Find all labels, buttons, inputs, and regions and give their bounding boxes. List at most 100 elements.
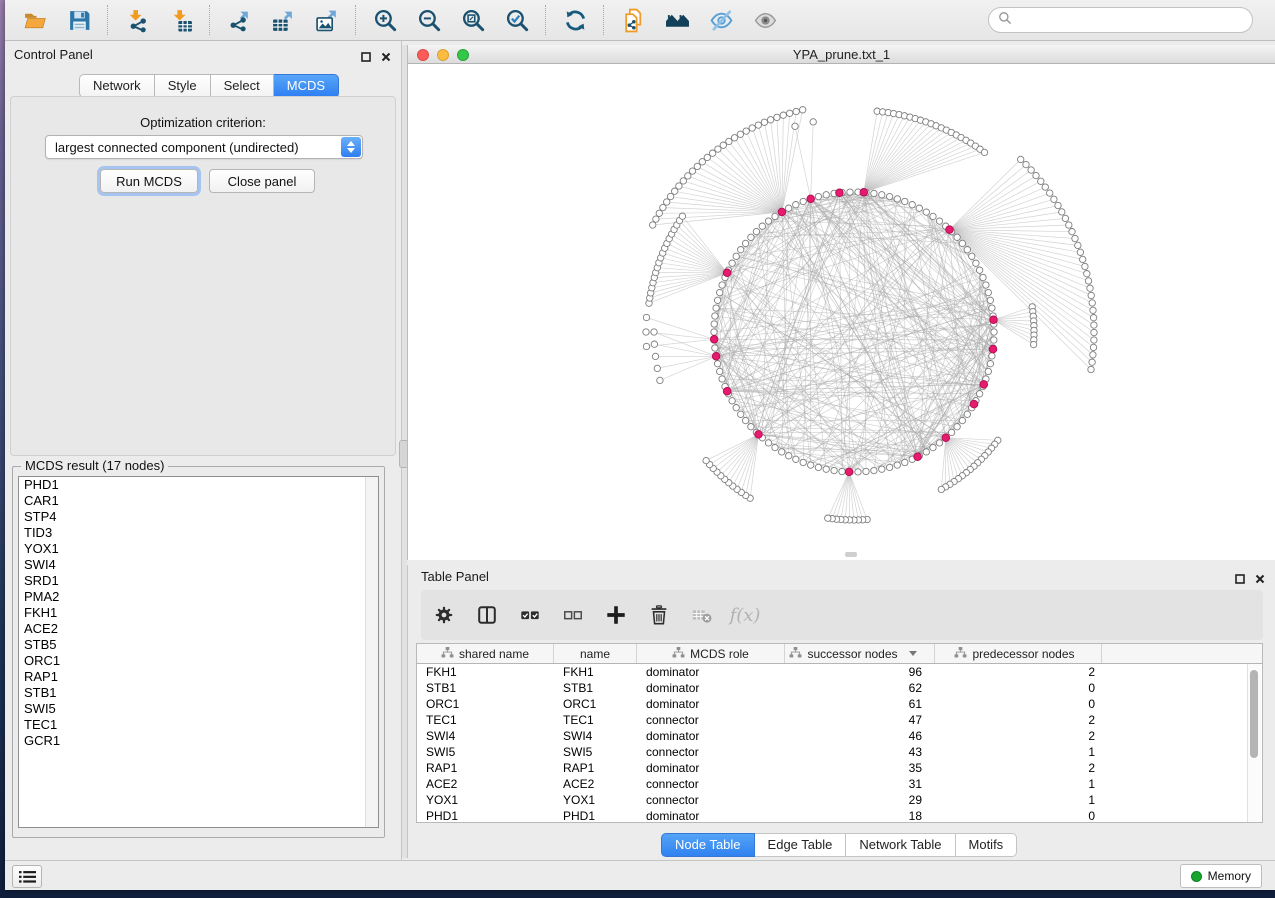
open-session-button[interactable] (13, 3, 57, 37)
cell-predecessor_nodes[interactable]: 2 (935, 665, 1102, 679)
column-header-name[interactable]: name (554, 644, 637, 663)
canvas-resize-grip[interactable] (845, 552, 857, 557)
cell-shared_name[interactable]: SWI5 (417, 745, 554, 759)
table-scrollbar[interactable] (1247, 664, 1261, 822)
cell-name[interactable]: STB1 (554, 681, 637, 695)
cell-name[interactable]: RAP1 (554, 761, 637, 775)
run-mcds-button[interactable]: Run MCDS (100, 169, 198, 193)
zoom-in-button[interactable] (363, 3, 407, 37)
table-row[interactable]: TEC1TEC1connector472 (417, 712, 1262, 728)
memory-button[interactable]: Memory (1180, 864, 1262, 888)
new-network-from-selection-button[interactable] (611, 3, 655, 37)
cell-mcds_role[interactable]: dominator (637, 697, 785, 711)
mcds-result-item[interactable]: PHD1 (19, 477, 378, 493)
network-canvas[interactable] (408, 64, 1275, 560)
cell-shared_name[interactable]: FKH1 (417, 665, 554, 679)
show-all-button[interactable] (743, 3, 787, 37)
cell-shared_name[interactable]: RAP1 (417, 761, 554, 775)
cell-name[interactable]: FKH1 (554, 665, 637, 679)
cell-mcds_role[interactable]: connector (637, 793, 785, 807)
float-panel-icon[interactable] (361, 49, 371, 67)
tab-motifs[interactable]: Motifs (956, 833, 1018, 857)
first-neighbors-button[interactable] (655, 3, 699, 37)
mcds-result-item[interactable]: SWI5 (19, 701, 378, 717)
import-table-button[interactable] (159, 3, 203, 37)
save-session-button[interactable] (57, 3, 101, 37)
import-network-button[interactable] (115, 3, 159, 37)
mcds-result-item[interactable]: CAR1 (19, 493, 378, 509)
search-input[interactable] (1018, 12, 1252, 29)
cell-shared_name[interactable]: PHD1 (417, 809, 554, 823)
table-row[interactable]: YOX1YOX1connector291 (417, 792, 1262, 808)
tab-style[interactable]: Style (155, 74, 211, 98)
close-panel-icon[interactable] (1255, 571, 1265, 589)
cell-mcds_role[interactable]: dominator (637, 761, 785, 775)
table-row[interactable]: FKH1FKH1dominator962 (417, 664, 1262, 680)
mcds-result-item[interactable]: SWI4 (19, 557, 378, 573)
tab-mcds[interactable]: MCDS (274, 74, 339, 98)
cell-successor_nodes[interactable]: 43 (785, 745, 935, 759)
cell-predecessor_nodes[interactable]: 2 (935, 729, 1102, 743)
mcds-result-item[interactable]: STB5 (19, 637, 378, 653)
mcds-result-item[interactable]: YOX1 (19, 541, 378, 557)
cell-successor_nodes[interactable]: 18 (785, 809, 935, 823)
search-box[interactable] (988, 7, 1253, 33)
column-header-successor-nodes[interactable]: successor nodes (785, 644, 935, 663)
show-columns-button[interactable] (474, 602, 500, 628)
tab-network[interactable]: Network (79, 74, 155, 98)
mcds-result-item[interactable]: FKH1 (19, 605, 378, 621)
mcds-result-item[interactable]: TID3 (19, 525, 378, 541)
cell-name[interactable]: SWI5 (554, 745, 637, 759)
cell-mcds_role[interactable]: connector (637, 745, 785, 759)
sort-chevron-icon[interactable] (909, 651, 917, 656)
cell-mcds_role[interactable]: dominator (637, 809, 785, 823)
cell-shared_name[interactable]: ORC1 (417, 697, 554, 711)
cell-predecessor_nodes[interactable]: 1 (935, 745, 1102, 759)
cell-name[interactable]: SWI4 (554, 729, 637, 743)
mcds-result-item[interactable]: ACE2 (19, 621, 378, 637)
cell-predecessor_nodes[interactable]: 0 (935, 809, 1102, 823)
tab-node-table[interactable]: Node Table (661, 833, 755, 857)
cell-mcds_role[interactable]: dominator (637, 729, 785, 743)
deselect-all-button[interactable] (560, 602, 586, 628)
mcds-result-item[interactable]: RAP1 (19, 669, 378, 685)
cell-successor_nodes[interactable]: 47 (785, 713, 935, 727)
mcds-result-item[interactable]: STP4 (19, 509, 378, 525)
mcds-list-scrollbar[interactable] (365, 477, 378, 827)
delete-table-button[interactable] (689, 602, 715, 628)
close-panel-icon[interactable] (381, 49, 391, 67)
refresh-view-button[interactable] (553, 3, 597, 37)
cell-mcds_role[interactable]: dominator (637, 665, 785, 679)
export-image-button[interactable] (305, 3, 349, 37)
cell-predecessor_nodes[interactable]: 1 (935, 793, 1102, 807)
cell-mcds_role[interactable]: dominator (637, 681, 785, 695)
criterion-select[interactable]: largest connected component (undirected) (45, 135, 363, 159)
zoom-selected-button[interactable] (495, 3, 539, 37)
float-panel-icon[interactable] (1235, 571, 1245, 589)
cell-name[interactable]: PHD1 (554, 809, 637, 823)
mcds-result-item[interactable]: PMA2 (19, 589, 378, 605)
cell-predecessor_nodes[interactable]: 2 (935, 713, 1102, 727)
cell-successor_nodes[interactable]: 31 (785, 777, 935, 791)
cell-shared_name[interactable]: YOX1 (417, 793, 554, 807)
function-builder-button[interactable]: f(x) (732, 602, 758, 628)
tab-edge-table[interactable]: Edge Table (755, 833, 847, 857)
table-row[interactable]: ACE2ACE2connector311 (417, 776, 1262, 792)
delete-entry-button[interactable] (646, 602, 672, 628)
hide-selected-button[interactable] (699, 3, 743, 37)
cell-name[interactable]: YOX1 (554, 793, 637, 807)
table-scrollbar-thumb[interactable] (1250, 670, 1258, 758)
cell-successor_nodes[interactable]: 29 (785, 793, 935, 807)
table-row[interactable]: STB1STB1dominator620 (417, 680, 1262, 696)
tab-select[interactable]: Select (211, 74, 274, 98)
cell-mcds_role[interactable]: connector (637, 713, 785, 727)
table-row[interactable]: SWI5SWI5connector431 (417, 744, 1262, 760)
column-header-MCDS-role[interactable]: MCDS role (637, 644, 785, 663)
mcds-result-item[interactable]: SRD1 (19, 573, 378, 589)
table-row[interactable]: ORC1ORC1dominator610 (417, 696, 1262, 712)
mcds-result-item[interactable]: STB1 (19, 685, 378, 701)
cell-successor_nodes[interactable]: 61 (785, 697, 935, 711)
table-row[interactable]: PHD1PHD1dominator180 (417, 808, 1262, 824)
cell-name[interactable]: ORC1 (554, 697, 637, 711)
cell-shared_name[interactable]: ACE2 (417, 777, 554, 791)
